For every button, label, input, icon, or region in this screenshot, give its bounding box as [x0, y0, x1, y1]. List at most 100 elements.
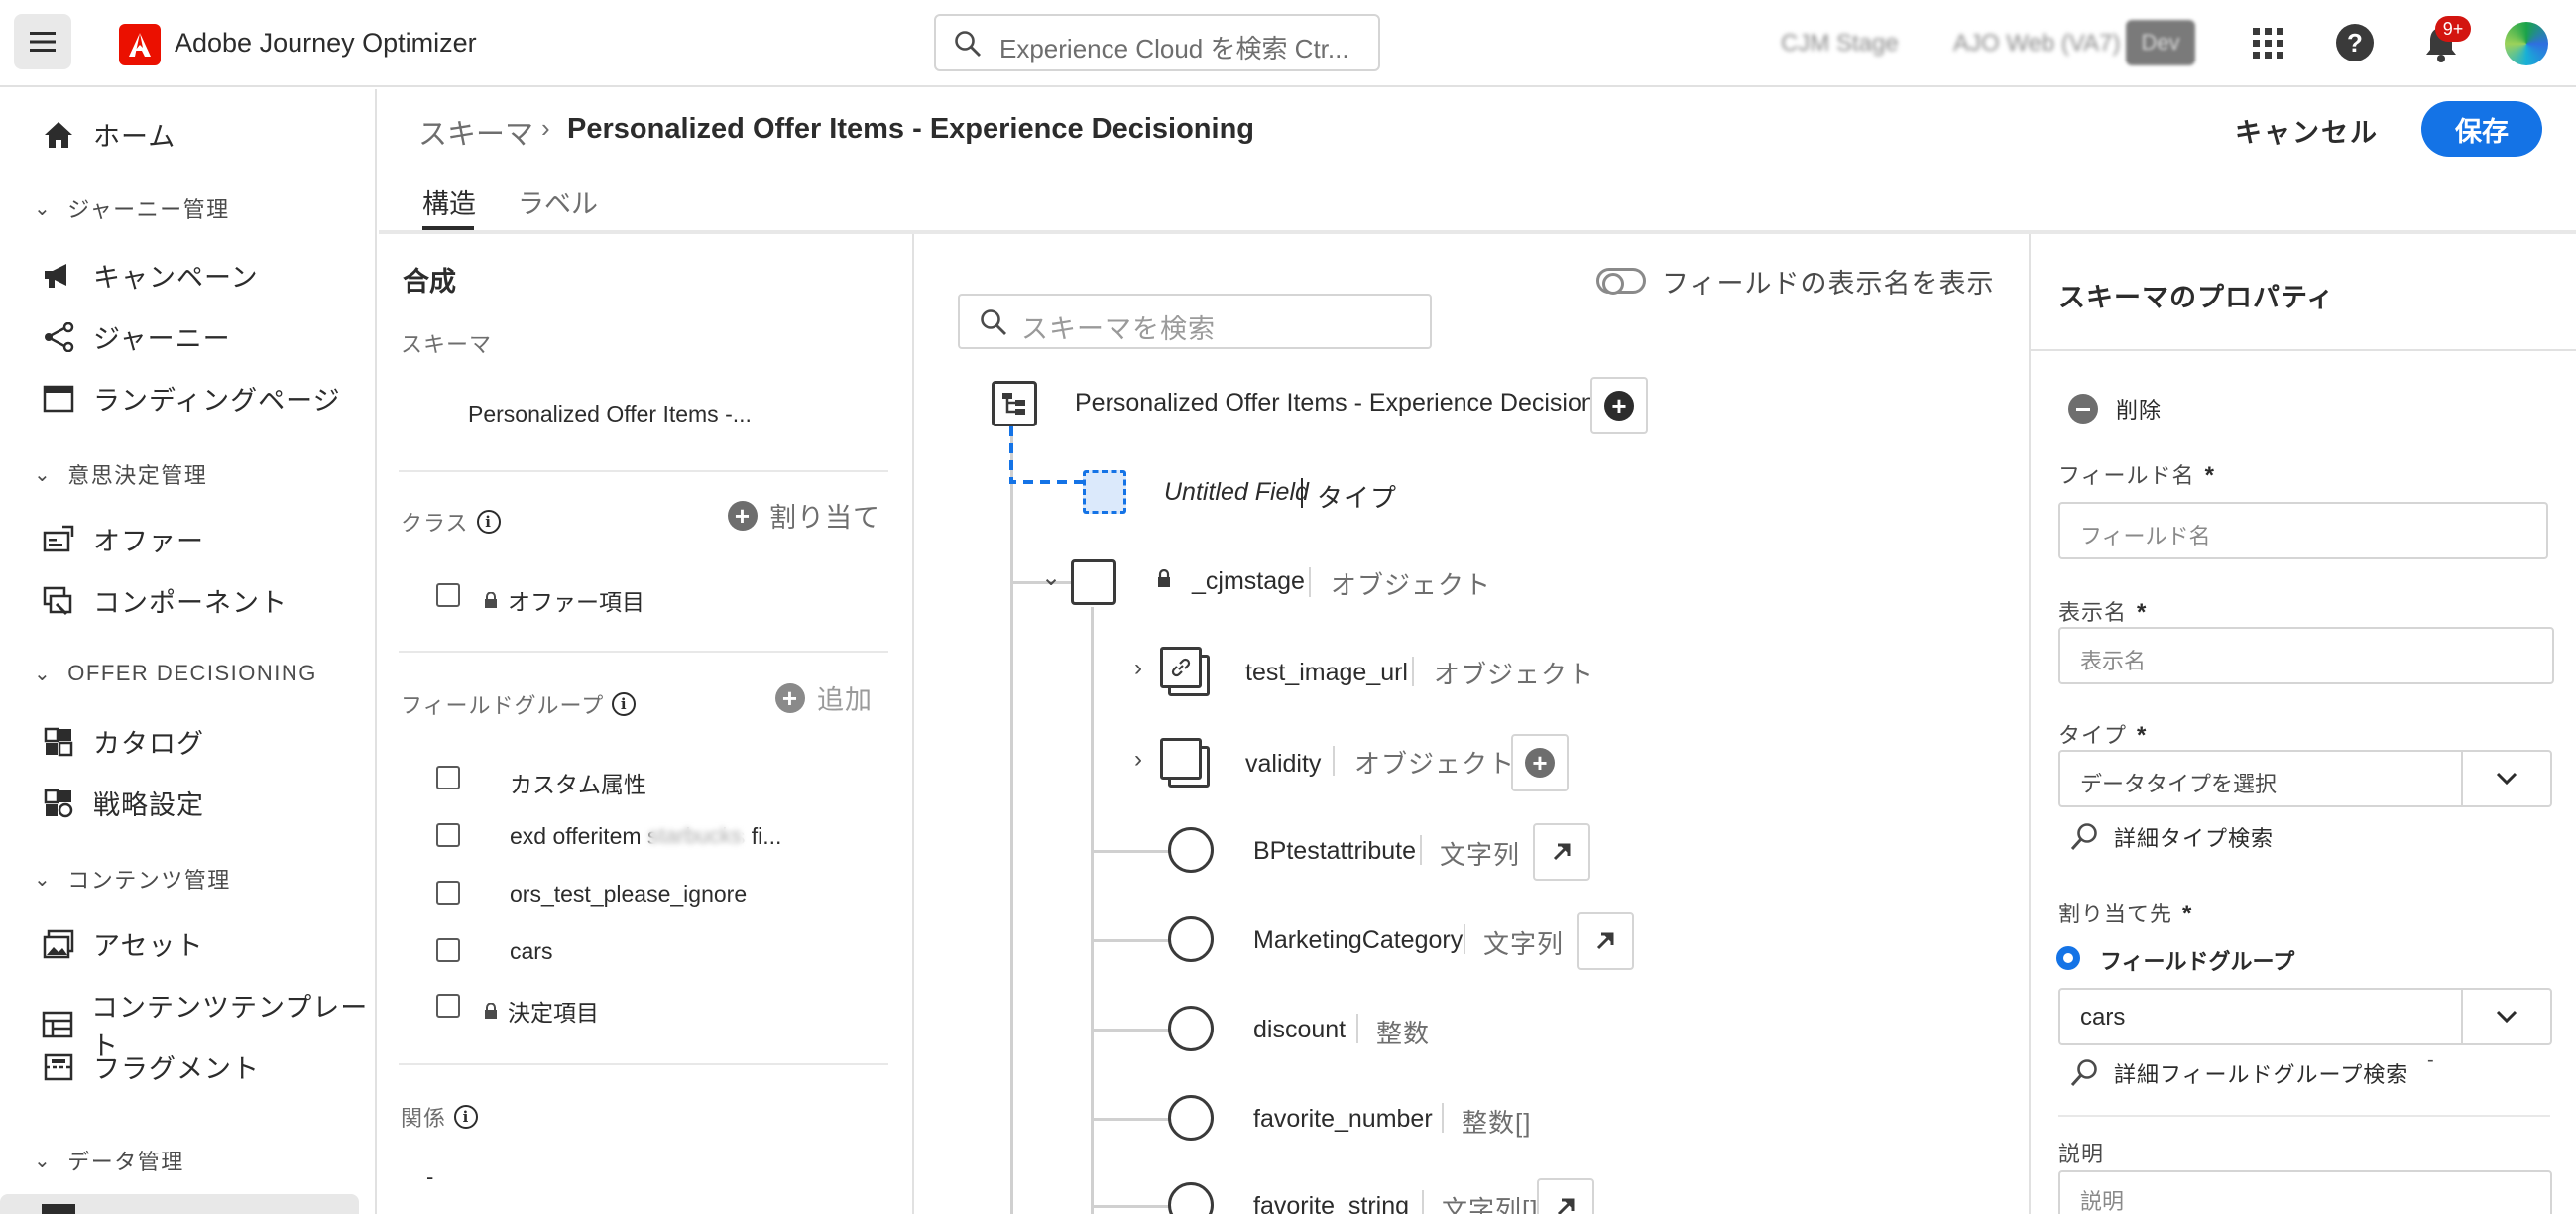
field-name[interactable]: favorite_number	[1253, 1105, 1433, 1134]
nav-section-data[interactable]: ⌄ データ管理	[34, 1145, 184, 1176]
arrow-up-right-icon	[1557, 1198, 1575, 1214]
fieldgroup-item[interactable]: カスタム属性	[510, 766, 646, 799]
display-name-input[interactable]: 表示名	[2058, 627, 2554, 684]
field-name[interactable]: validity	[1245, 750, 1321, 779]
field-name-input[interactable]: フィールド名	[2058, 502, 2548, 559]
fieldgroup-checkbox[interactable]	[436, 994, 460, 1018]
org-switcher-2[interactable]: AJO Web (VA7)	[1953, 30, 2121, 58]
info-icon[interactable]: i	[476, 510, 501, 534]
chevron-down-icon: ⌄	[34, 197, 53, 220]
chevron-right-icon[interactable]: ›	[1134, 746, 1142, 774]
search-icon	[2070, 823, 2097, 851]
composition-panel	[379, 234, 914, 1214]
nav-section-journey[interactable]: ⌄ ジャーニー管理	[34, 192, 230, 224]
advanced-type-search-link[interactable]: 詳細タイプ検索	[2068, 821, 2274, 853]
open-field-button[interactable]	[1577, 912, 1634, 970]
megaphone-icon	[42, 259, 75, 293]
hamburger-menu-button[interactable]	[14, 14, 71, 69]
delete-field-button[interactable]: 削除	[2068, 393, 2162, 425]
left-navigation: ホーム ⌄ ジャーニー管理 キャンペーン ジャーニー ランディングページ ⌄ 意思決…	[0, 89, 377, 1214]
nav-fragments[interactable]: フラグメント	[42, 1047, 260, 1086]
app-switcher-icon[interactable]	[2251, 26, 2286, 61]
save-button[interactable]: 保存	[2421, 101, 2542, 157]
chevron-right-icon[interactable]: ›	[1134, 655, 1142, 682]
object-node-icon[interactable]	[1071, 559, 1116, 605]
user-avatar[interactable]	[2505, 22, 2548, 65]
nav-campaigns[interactable]: キャンペーン	[42, 256, 259, 295]
nav-assets[interactable]: アセット	[42, 924, 203, 963]
app-title[interactable]: Adobe Journey Optimizer	[175, 28, 477, 59]
schema-root-icon[interactable]	[992, 381, 1037, 426]
add-field-button[interactable]: +	[1511, 734, 1569, 791]
chevron-down-icon[interactable]: ⌄	[1041, 563, 1061, 592]
info-icon[interactable]: i	[612, 692, 637, 716]
type-select[interactable]: データタイプを選択	[2058, 750, 2552, 807]
nav-strategy[interactable]: 戦略設定	[42, 784, 204, 822]
schema-icon	[42, 1204, 75, 1214]
org-switcher-1[interactable]: CJM Stage	[1781, 30, 1899, 58]
nav-section-decision[interactable]: ⌄ 意思決定管理	[34, 458, 207, 490]
assign-class-button[interactable]: + 割り当て	[728, 496, 880, 535]
nav-section-offer-decisioning[interactable]: ⌄ OFFER DECISIONING	[34, 661, 317, 686]
chevron-down-icon	[2496, 772, 2517, 786]
assign-fieldgroup-radio[interactable]	[2056, 946, 2080, 970]
add-fieldgroup-button[interactable]: + 追加	[775, 678, 873, 717]
cancel-button[interactable]: キャンセル	[2235, 111, 2379, 150]
field-name[interactable]: test_image_url	[1245, 659, 1408, 687]
fieldgroup-item[interactable]: cars	[510, 938, 552, 965]
type-select-dropdown-button[interactable]	[2461, 752, 2550, 805]
required-asterisk: *	[2204, 462, 2215, 489]
display-names-toggle[interactable]	[1596, 268, 1646, 295]
fieldgroup-checkbox[interactable]	[436, 881, 460, 905]
fieldgroup-select[interactable]: cars	[2058, 988, 2552, 1045]
field-name[interactable]: discount	[1253, 1016, 1346, 1044]
field-name[interactable]: _cjmstage	[1192, 567, 1305, 596]
help-icon[interactable]: ?	[2336, 24, 2374, 61]
schema-search-input[interactable]: スキーマを検索	[958, 294, 1432, 349]
adobe-logo-icon[interactable]	[119, 24, 161, 65]
nav-journeys[interactable]: ジャーニー	[42, 317, 231, 356]
description-textarea[interactable]: 説明	[2058, 1170, 2552, 1214]
fieldgroup-item[interactable]: ors_test_please_ignore	[510, 881, 747, 908]
environment-badge[interactable]: Dev	[2126, 20, 2195, 65]
schema-root-name[interactable]: Personalized Offer Items - Experience De…	[1075, 389, 1628, 418]
object-array-node-icon[interactable]	[1160, 738, 1210, 788]
integer-array-field-node-icon[interactable]	[1168, 1095, 1214, 1141]
fieldgroup-checkbox[interactable]	[436, 823, 460, 847]
class-section-label: クラス i	[401, 506, 501, 538]
fieldgroup-item[interactable]: 決定項目	[484, 994, 599, 1028]
nav-catalog[interactable]: カタログ	[42, 722, 204, 761]
integer-field-node-icon[interactable]	[1168, 1006, 1214, 1051]
object-array-node-icon[interactable]	[1160, 647, 1210, 696]
fieldgroup-select-dropdown-button[interactable]	[2461, 990, 2550, 1043]
field-type: オブジェクト	[1434, 660, 1595, 689]
global-search-input[interactable]: Experience Cloud を検索 Ctr...	[934, 14, 1380, 71]
untitled-field-node[interactable]	[1083, 470, 1126, 514]
field-name[interactable]: MarketingCategory	[1253, 926, 1463, 955]
nav-components[interactable]: コンポーネント	[42, 581, 288, 620]
tab-label[interactable]: ラベル	[518, 182, 598, 221]
class-item[interactable]: オファー項目	[484, 583, 644, 617]
advanced-fieldgroup-search-link[interactable]: 詳細フィールドグループ検索	[2068, 1057, 2408, 1089]
nav-section-content[interactable]: ⌄ コンテンツ管理	[34, 863, 231, 895]
nav-home[interactable]: ホーム	[42, 115, 176, 154]
untitled-field-name[interactable]: Untitled Field	[1164, 478, 1309, 507]
field-name[interactable]: favorite_string	[1253, 1192, 1409, 1214]
string-field-node-icon[interactable]	[1168, 916, 1214, 962]
home-icon	[42, 118, 75, 152]
string-field-node-icon[interactable]	[1168, 827, 1214, 873]
info-icon[interactable]: i	[454, 1105, 479, 1129]
assign-fieldgroup-radio-label[interactable]: フィールドグループ	[2100, 944, 2294, 976]
nav-landing-pages[interactable]: ランディングページ	[42, 379, 341, 418]
fieldgroup-checkbox[interactable]	[436, 766, 460, 789]
open-field-button[interactable]	[1533, 823, 1590, 881]
schema-name-link[interactable]: Personalized Offer Items -...	[468, 401, 752, 427]
class-checkbox[interactable]	[436, 583, 460, 607]
fieldgroup-checkbox[interactable]	[436, 938, 460, 962]
field-name[interactable]: BPtestattribute	[1253, 837, 1416, 866]
tab-structure[interactable]: 構造	[422, 182, 476, 221]
breadcrumb-schemas[interactable]: スキーマ	[418, 111, 533, 153]
add-field-button[interactable]: +	[1590, 377, 1648, 434]
nav-offers[interactable]: オファー	[42, 520, 204, 558]
open-field-button[interactable]	[1537, 1178, 1594, 1214]
